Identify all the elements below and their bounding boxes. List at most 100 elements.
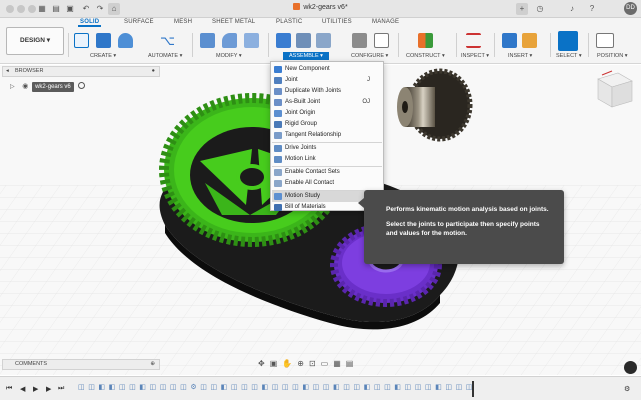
expand-arrow-icon[interactable]: ▷ xyxy=(10,84,15,90)
fillet-icon[interactable] xyxy=(222,33,237,48)
menu-item-joint[interactable]: Joint J xyxy=(272,75,382,86)
menu-item-as-built-joint[interactable]: As-Built Joint OJ xyxy=(272,97,382,108)
visibility-eye-icon[interactable]: ◉ xyxy=(22,83,28,90)
fusion-window: { "window": { "title": "wk2-gears v6*", … xyxy=(0,0,641,400)
table-icon[interactable] xyxy=(374,33,389,48)
tab-sheet-metal[interactable]: SHEET METAL xyxy=(212,19,255,25)
bell-icon[interactable]: ♪ xyxy=(566,3,578,15)
menu-item-label: Drive Joints xyxy=(285,145,317,151)
ribbon-divider xyxy=(68,33,69,57)
measure-icon[interactable] xyxy=(466,33,481,48)
menu-item-rigid-group[interactable]: Rigid Group xyxy=(272,119,382,130)
browser-root-node[interactable]: ▷ ◉ wk2-gears v6 xyxy=(10,82,86,92)
construct-plane-icon[interactable] xyxy=(418,33,433,48)
clock-icon[interactable]: ◷ xyxy=(534,3,546,15)
fit-icon[interactable]: ⊡ xyxy=(309,359,321,368)
construct-menu[interactable]: CONSTRUCT ▾ xyxy=(406,53,445,59)
display-icon[interactable]: ▭ xyxy=(321,359,334,368)
configure-menu[interactable]: CONFIGURE ▾ xyxy=(351,53,388,59)
prev-icon[interactable]: ◀ xyxy=(20,385,25,393)
press-pull-icon[interactable] xyxy=(200,33,215,48)
tab-manage[interactable]: MANAGE xyxy=(372,19,399,25)
menu-item-drive-joints[interactable]: Drive Joints xyxy=(272,143,382,154)
sketch-icon[interactable] xyxy=(74,33,89,48)
automate-icon[interactable]: ⌥ xyxy=(160,33,175,48)
root-component-label[interactable]: wk2-gears v6 xyxy=(32,82,74,92)
menu-item-joint-origin[interactable]: Joint Origin xyxy=(272,108,382,119)
pin-icon[interactable]: ● xyxy=(152,67,155,76)
position-icon[interactable] xyxy=(596,33,614,48)
timeline-features[interactable]: ◫◫◧◧◫◫◧◫◫◫◫⚙◫◫◧◫◫◫◧◫◫◫◧◫◫◧◫◫◧◫◫◧◫◫◫◧◫◫◫◧… xyxy=(78,383,473,395)
joint-icon[interactable] xyxy=(296,33,311,48)
configure-icon[interactable] xyxy=(352,33,367,48)
menu-item-duplicate-with-joints[interactable]: Duplicate With Joints xyxy=(272,86,382,97)
tab-surface[interactable]: SURFACE xyxy=(124,19,154,25)
timeline-bar: ⏮ ◀ ▶ ▶ ⏭ ◫◫◧◧◫◫◧◫◫◫◫⚙◫◫◧◫◫◫◧◫◫◫◧◫◫◧◫◫◧◫… xyxy=(0,376,641,400)
fusion-file-icon xyxy=(293,3,301,10)
timeline-marker[interactable] xyxy=(472,381,474,397)
pan-icon[interactable]: ✋ xyxy=(282,359,297,368)
comments-panel-header[interactable]: COMMENTS ⊕ xyxy=(2,359,160,370)
collapse-arrow-icon[interactable]: ◂ xyxy=(6,67,9,76)
add-comment-icon[interactable]: ⊕ xyxy=(150,360,155,369)
tooltip-instructions: Select the joints to participate then sp… xyxy=(386,221,540,237)
shortcut-label: J xyxy=(367,77,370,83)
select-cursor-icon[interactable] xyxy=(558,31,578,51)
ribbon-divider xyxy=(550,33,551,57)
select-menu[interactable]: SELECT ▾ xyxy=(556,53,582,59)
chamfer-icon[interactable] xyxy=(244,33,259,48)
insert-menu[interactable]: INSERT ▾ xyxy=(508,53,532,59)
as-built-joint-icon[interactable] xyxy=(316,33,331,48)
inspect-menu[interactable]: INSPECT ▾ xyxy=(461,53,489,59)
menu-item-motion-link[interactable]: Motion Link xyxy=(272,154,382,165)
modify-menu[interactable]: MODIFY ▾ xyxy=(216,53,242,59)
tab-plastic[interactable]: PLASTIC xyxy=(276,19,302,25)
user-avatar[interactable]: DD xyxy=(624,2,637,15)
new-component-icon[interactable] xyxy=(276,33,291,48)
view-cube[interactable] xyxy=(597,70,633,108)
orbit-icon[interactable]: ✥ xyxy=(258,359,270,368)
position-menu[interactable]: POSITION ▾ xyxy=(597,53,628,59)
shortcut-label: OJ xyxy=(362,99,370,105)
tab-utilities[interactable]: UTILITIES xyxy=(322,19,352,25)
extrude-icon[interactable] xyxy=(96,33,111,48)
menu-item-new-component[interactable]: New Component xyxy=(272,64,382,75)
activate-radio-icon[interactable] xyxy=(78,82,86,89)
browser-panel-header[interactable]: ◂ BROWSER ● xyxy=(2,66,160,77)
insert-image-icon[interactable] xyxy=(522,33,537,48)
tab-mesh[interactable]: MESH xyxy=(174,19,192,25)
next-icon[interactable]: ▶ xyxy=(46,385,51,393)
menu-item-label: As-Built Joint xyxy=(285,99,321,105)
last-icon[interactable]: ⏭ xyxy=(58,385,64,393)
grid-icon[interactable]: ▦ xyxy=(333,359,346,368)
menu-item-enable-all-contact[interactable]: Enable All Contact xyxy=(272,178,382,189)
document-title-text: wk2-gears v6* xyxy=(303,4,348,11)
drive-joints-icon xyxy=(274,145,282,152)
assemble-menu[interactable]: ASSEMBLE ▾ xyxy=(283,52,329,60)
browser-title: BROWSER xyxy=(15,68,44,74)
play-icon[interactable]: ▶ xyxy=(33,385,38,393)
bill-of-materials-icon xyxy=(274,204,282,211)
menu-item-label: Enable Contact Sets xyxy=(285,169,340,175)
new-tab-icon[interactable]: + xyxy=(516,3,528,15)
revolve-icon[interactable] xyxy=(118,33,133,48)
create-menu[interactable]: CREATE ▾ xyxy=(90,53,116,59)
timeline-settings-icon[interactable]: ⚙ xyxy=(624,385,630,393)
navigation-bar: ✥▣✋⊕⊡▭▦▤ xyxy=(258,358,388,370)
help-icon[interactable]: ? xyxy=(586,3,598,15)
workspace-switcher[interactable]: DESIGN ▾ xyxy=(6,27,64,55)
first-icon[interactable]: ⏮ xyxy=(6,385,12,393)
menu-item-tangent-relationship[interactable]: Tangent Relationship xyxy=(272,130,382,141)
motion-link-icon xyxy=(274,156,282,163)
duplicate-joints-icon xyxy=(274,88,282,95)
ribbon-divider xyxy=(268,33,269,57)
look-at-icon[interactable]: ▣ xyxy=(270,359,283,368)
zoom-icon[interactable]: ⊕ xyxy=(297,359,309,368)
insert-icon[interactable] xyxy=(502,33,517,48)
activity-avatar[interactable] xyxy=(624,361,637,374)
tab-solid[interactable]: SOLID xyxy=(77,19,102,27)
viewports-icon[interactable]: ▤ xyxy=(346,359,359,368)
menu-item-enable-contact-sets[interactable]: Enable Contact Sets xyxy=(272,167,382,178)
automate-menu[interactable]: AUTOMATE ▾ xyxy=(148,53,182,59)
joint-origin-icon xyxy=(274,110,282,117)
